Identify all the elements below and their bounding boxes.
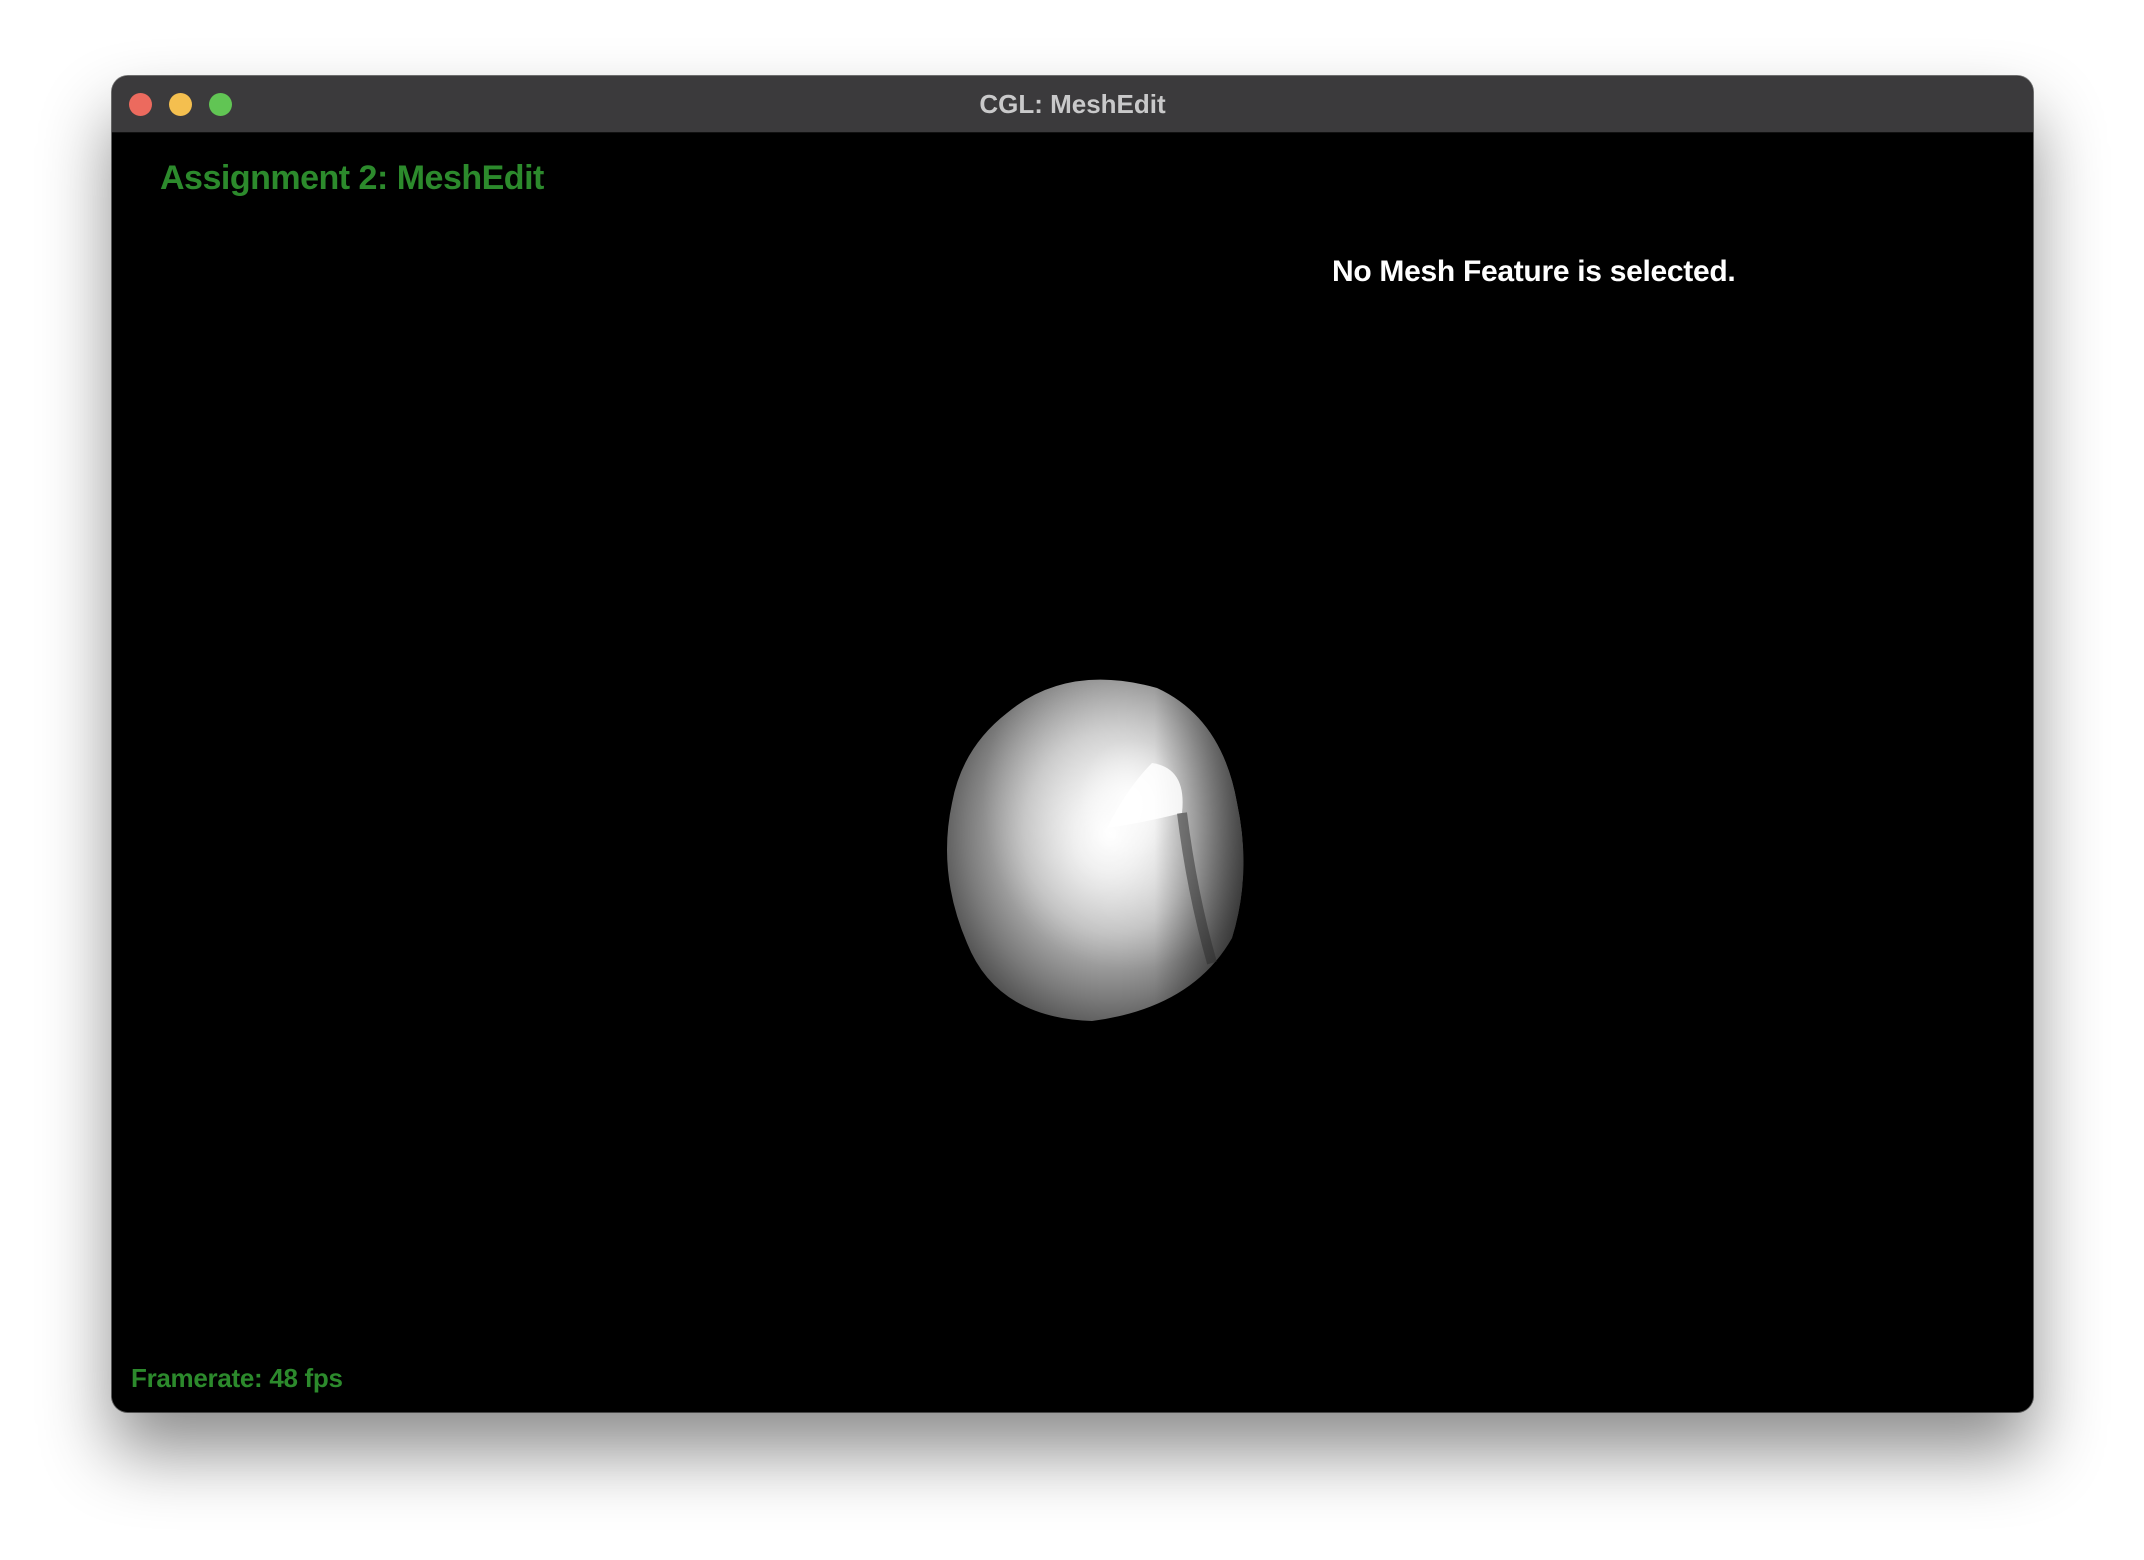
mesh-viewport[interactable]: Assignment 2: MeshEdit No Mesh Feature i… [112, 133, 2033, 1412]
mesh-model[interactable] [892, 643, 1292, 1043]
assignment-label: Assignment 2: MeshEdit [160, 159, 544, 197]
title-bar[interactable]: CGL: MeshEdit [112, 76, 2033, 133]
selection-status: No Mesh Feature is selected. [1332, 255, 1736, 288]
framerate-label: Framerate: 48 fps [131, 1363, 343, 1393]
app-window: CGL: MeshEdit Assignment 2: MeshEdit No … [112, 76, 2033, 1412]
window-title: CGL: MeshEdit [979, 89, 1166, 119]
mesh-shadow [947, 679, 1244, 1021]
desktop: CGL: MeshEdit Assignment 2: MeshEdit No … [0, 0, 2144, 1560]
